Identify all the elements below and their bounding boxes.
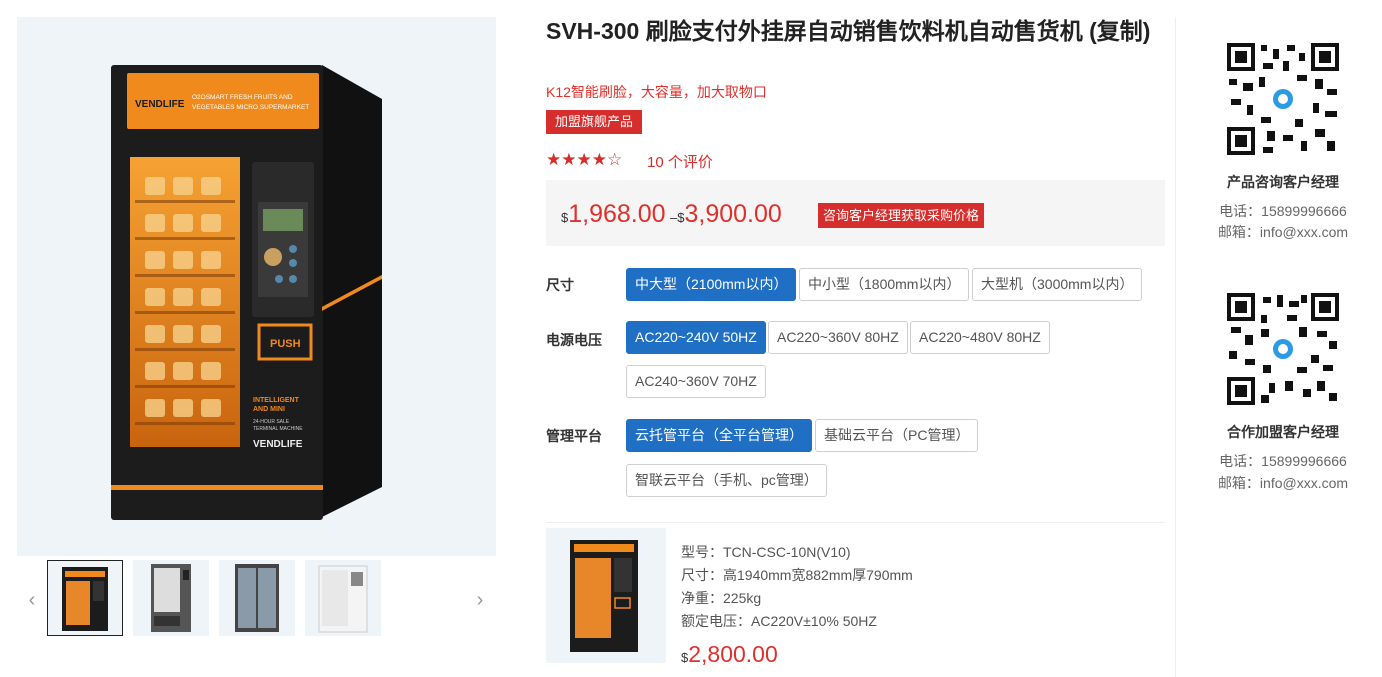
platform-label: 管理平台 [546, 428, 602, 444]
side-brand: VENDLIFE [253, 439, 303, 450]
voltage-label: 电源电压 [546, 332, 602, 348]
qr-code-icon [1227, 43, 1339, 155]
manager-2-phone: 电话：15899996666 [1219, 453, 1347, 469]
price-inquiry-tag[interactable]: 咨询客户经理获取采购价格 [818, 203, 985, 228]
voltage-option-1[interactable]: AC220~240V 50HZ [626, 321, 766, 354]
variant-image[interactable] [546, 528, 666, 663]
side-line-4: TERMINAL MACHINE [253, 426, 303, 432]
voltage-option-2[interactable]: AC220~360V 80HZ [768, 321, 908, 354]
spec-model: 型号：TCN-CSC-10N(V10) [681, 544, 851, 560]
side-line-2: AND MINI [253, 406, 285, 413]
flagship-badge: 加盟旗舰产品 [546, 110, 643, 134]
brand-top: VENDLIFE [135, 99, 185, 110]
thumb-image [151, 564, 191, 632]
vending-machine-illustration: VENDLIFE O2OSMART FRESH FRUITS AND VEGET… [111, 65, 382, 520]
push-label: PUSH [270, 338, 301, 350]
manager-1-email: 邮箱：info@xxx.com [1217, 224, 1349, 240]
variant-price-value: 2,800.00 [688, 641, 778, 667]
spec-weight: 净重：225kg [681, 590, 762, 606]
product-title: SVH-300 刷脸支付外挂屏自动销售饮料机自动售货机 (复制) [546, 18, 1151, 44]
main-product-image[interactable]: VENDLIFE O2OSMART FRESH FRUITS AND VEGET… [17, 17, 496, 556]
size-option-2[interactable]: 中小型（1800mm以内） [799, 268, 970, 301]
thumb-image [318, 565, 368, 633]
variant-machine-image [570, 540, 638, 652]
header-line-1: O2OSMART FRESH FRUITS AND [192, 94, 293, 101]
qr-code-icon [1227, 293, 1339, 405]
gallery-thumb-3[interactable] [219, 560, 295, 636]
gallery-thumb-4[interactable] [305, 560, 381, 636]
spec-size: 尺寸：高1940mm宽882mm厚790mm [681, 567, 913, 583]
voltage-option-4[interactable]: AC240~360V 70HZ [626, 365, 766, 398]
gallery-thumb-2[interactable] [133, 560, 209, 636]
price-high: 3,900.00 [684, 200, 782, 228]
spec-voltage: 额定电压：AC220V±10% 50HZ [681, 613, 877, 629]
size-option-1[interactable]: 中大型（2100mm以内） [626, 268, 797, 301]
sidebar-divider [1175, 17, 1176, 677]
manager-2-title: 合作加盟客户经理 [1227, 424, 1339, 440]
rating-stars-icon: ★★★★☆ [546, 150, 623, 169]
thumb-image [62, 567, 108, 631]
platform-option-3[interactable]: 智联云平台（手机、pc管理） [626, 464, 827, 497]
manager-1-phone: 电话：15899996666 [1219, 203, 1347, 219]
side-line-3: 24-HOUR SALE [253, 419, 290, 425]
price-range: $1,968.00 –$3,900.00 [561, 200, 782, 229]
variant-price: $2,800.00 [681, 641, 778, 668]
reviews-link[interactable]: 10 个评价 [647, 151, 713, 172]
platform-option-2[interactable]: 基础云平台（PC管理） [815, 419, 979, 452]
product-subtitle: K12智能刷脸，大容量，加大取物口 [546, 84, 767, 100]
price-low: 1,968.00 [568, 200, 666, 228]
gallery-thumb-1[interactable] [47, 560, 123, 636]
divider [546, 522, 1165, 523]
voltage-option-3[interactable]: AC220~480V 80HZ [910, 321, 1050, 354]
manager-2-email: 邮箱：info@xxx.com [1217, 475, 1349, 491]
thumb-image [235, 564, 279, 632]
size-label: 尺寸 [546, 277, 574, 293]
gallery-prev-button[interactable]: ‹ [21, 588, 43, 612]
side-line-1: INTELLIGENT [253, 397, 300, 404]
platform-option-1[interactable]: 云托管平台（全平台管理） [626, 419, 812, 452]
manager-1-title: 产品咨询客户经理 [1227, 174, 1339, 190]
header-line-2: VEGETABLES MICRO SUPERMARKET [192, 104, 309, 111]
gallery-next-button[interactable]: › [469, 588, 491, 612]
size-option-3[interactable]: 大型机（3000mm以内） [972, 268, 1143, 301]
